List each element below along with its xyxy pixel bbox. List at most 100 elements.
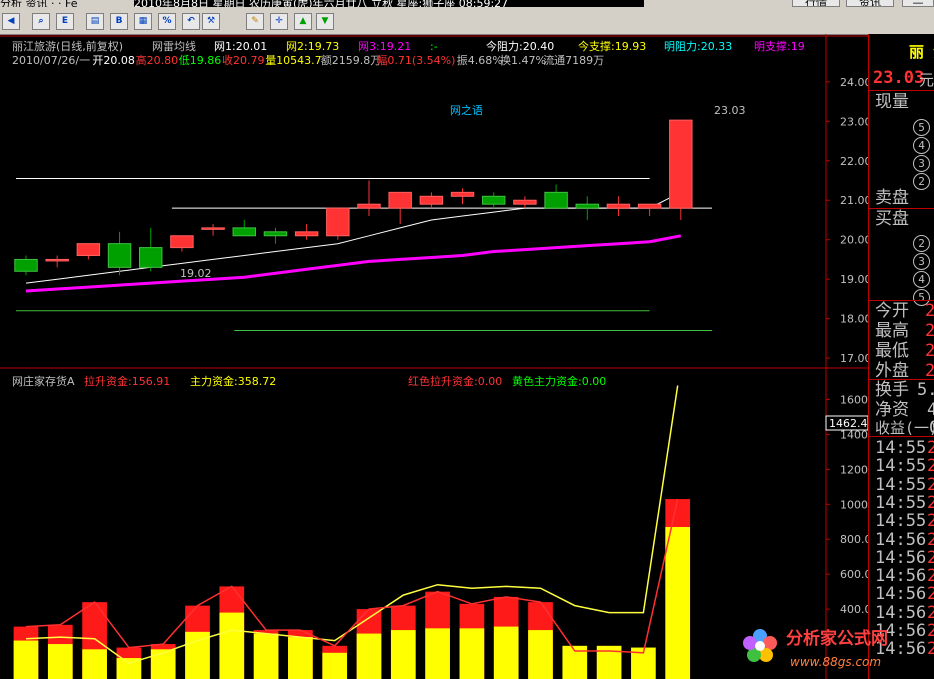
news-button[interactable]: 资讯 — [846, 0, 894, 7]
ohlc-value: 幅0.71(3.54%) — [376, 54, 455, 67]
buy-label: 买盘 — [875, 209, 909, 229]
volume-indicator-value: 拉升资金:156.91 — [84, 374, 170, 388]
back-icon[interactable]: ◀ — [2, 13, 20, 30]
table-icon[interactable]: ▦ — [134, 13, 152, 30]
volume-indicator-value: 网庄家存货A — [12, 374, 75, 388]
sidebar-stock-name: 丽 江 — [909, 43, 934, 61]
ohlc-value: 额2159.8万 — [321, 54, 382, 67]
pencil-icon[interactable]: ✎ — [246, 13, 264, 30]
indicator-name: 网雷均线 — [152, 39, 196, 53]
candle-body — [170, 235, 194, 249]
turnover-label: 换手 — [875, 380, 909, 400]
candle-body — [637, 203, 662, 209]
candle-body — [575, 203, 599, 209]
ohlc-value: 开20.08 — [92, 54, 134, 67]
ohlc-values: 2010/07/26/一 开20.08 高20.80 低19.86 收20.79 量105… — [12, 53, 604, 67]
candle-body — [357, 203, 381, 209]
outer-value: 27 — [925, 361, 934, 381]
watermark-logo: 分析家公式网 www.88gs.com — [743, 628, 888, 669]
tick-price: 2 — [927, 602, 934, 623]
tools-icon[interactable]: ⚒ — [202, 13, 220, 30]
yellow-volume-bar — [82, 649, 107, 679]
bsi-icon[interactable]: B — [110, 13, 128, 30]
high-value: 23 — [925, 321, 934, 341]
watermark-url: www.88gs.com — [790, 655, 881, 669]
y-tick-label: 1000.00 — [840, 498, 868, 511]
indicator-value: 网3:19.21 — [358, 40, 411, 53]
sidebar-price-unit: 元 — [919, 71, 934, 89]
yellow-volume-bar — [219, 612, 245, 679]
tick-price: 2 — [927, 456, 934, 477]
tick-time: 14:56 — [875, 602, 927, 623]
search-icon[interactable]: ⌕ — [32, 13, 50, 30]
candle-body — [513, 199, 537, 205]
volume-indicator-values: 网庄家存货A 拉升资金:156.91 主力资金:358.72 红色拉升资金:0.00 黄… — [12, 374, 606, 388]
volume-indicator-value: 红色拉升资金:0.00 — [408, 374, 502, 388]
candle-body — [388, 191, 412, 209]
yellow-volume-bar — [185, 631, 210, 679]
market-button[interactable]: 行情 — [792, 0, 840, 7]
eps-label: 收益(一) — [875, 419, 934, 437]
candle-body — [201, 227, 225, 230]
candle-body — [544, 191, 568, 209]
y-tick-label: 800.00 — [840, 533, 868, 546]
tick-price: 2 — [927, 511, 934, 532]
etf-icon[interactable]: E — [56, 13, 74, 30]
watermark-text: 分析家公式网 — [786, 628, 888, 649]
yellow-volume-bar — [288, 637, 313, 679]
divider — [869, 90, 934, 91]
y-tick-label: 18.00 — [840, 313, 868, 326]
ohlc-value: 换1.47% — [500, 53, 546, 67]
volume-chart[interactable] — [13, 385, 691, 679]
candle-body — [450, 191, 475, 197]
volume-line — [25, 385, 679, 665]
tick-price: 2 — [927, 566, 934, 587]
arrow-up-icon[interactable]: ▲ — [294, 13, 312, 30]
ohlc-value: 量10543.7 — [265, 54, 322, 67]
undo-icon[interactable]: ↶ — [182, 13, 200, 30]
crosshair-icon[interactable]: ✛ — [270, 13, 288, 30]
yellow-volume-bar — [528, 630, 553, 679]
tick-time: 14:56 — [875, 547, 927, 568]
menu-bar[interactable]: 分析 资讯 · · Fe — [0, 0, 77, 7]
tick-time: 14:55 — [875, 511, 927, 532]
indicator-value: 网2:19.73 — [286, 40, 339, 53]
candle-body — [606, 203, 631, 209]
tick-time: 14:56 — [875, 529, 927, 550]
tick-time: 14:55 — [875, 492, 927, 513]
volume-indicator-value: 主力资金:358.72 — [190, 374, 276, 388]
candle-body — [107, 243, 132, 268]
open-value: 20 — [925, 301, 934, 321]
yellow-volume-bar — [459, 628, 485, 679]
tick-time: 14:55 — [875, 474, 927, 495]
axis-highlight-value: 1462.47 — [829, 417, 868, 430]
tick-price: 2 — [927, 584, 934, 605]
y-tick-label: 1200.00 — [840, 463, 868, 476]
volume-indicator-value: 黄色主力资金:0.00 — [512, 374, 606, 388]
y-tick-label: 600.00 — [840, 568, 868, 581]
sell-label: 卖盘 — [875, 188, 909, 208]
ohlc-value: 低19.86 — [179, 54, 222, 67]
tick-price: 2 — [927, 474, 934, 495]
tick-price: 2 — [927, 529, 934, 550]
price-chart[interactable] — [14, 119, 712, 331]
tick-price: 2 — [927, 438, 934, 458]
flower-icon — [743, 629, 777, 662]
candle-body — [45, 258, 69, 262]
yellow-volume-bar — [493, 626, 519, 679]
yellow-volume-bar — [150, 649, 176, 679]
yellow-volume-bar — [356, 633, 382, 679]
chart-icon[interactable]: ▤ — [86, 13, 104, 30]
eps-value: 0 — [929, 418, 934, 438]
quote-sidebar: 丽 江 23.03 元 现量 5 4 3 2 卖盘 买盘 2 3 4 5 今开 … — [868, 34, 934, 679]
extra-button[interactable]: — — [902, 0, 934, 7]
outer-label: 外盘 — [875, 361, 909, 381]
date-banner: 2010年8月8日 星期日 农历庚寅(虎)年六月廿八 立秋 星座:狮子座 08:… — [134, 0, 644, 7]
high-label: 最高 — [875, 321, 909, 341]
y-tick-label: 19.00 — [840, 273, 868, 286]
candle-body — [482, 195, 506, 205]
percent-icon[interactable]: % — [158, 13, 176, 30]
y-tick-label: 400.00 — [840, 603, 868, 616]
chart-area[interactable]: 17.00 18.00 19.00 20.00 21.00 22.00 23.00 24.00… — [0, 34, 868, 679]
arrow-down-icon[interactable]: ▼ — [316, 13, 334, 30]
